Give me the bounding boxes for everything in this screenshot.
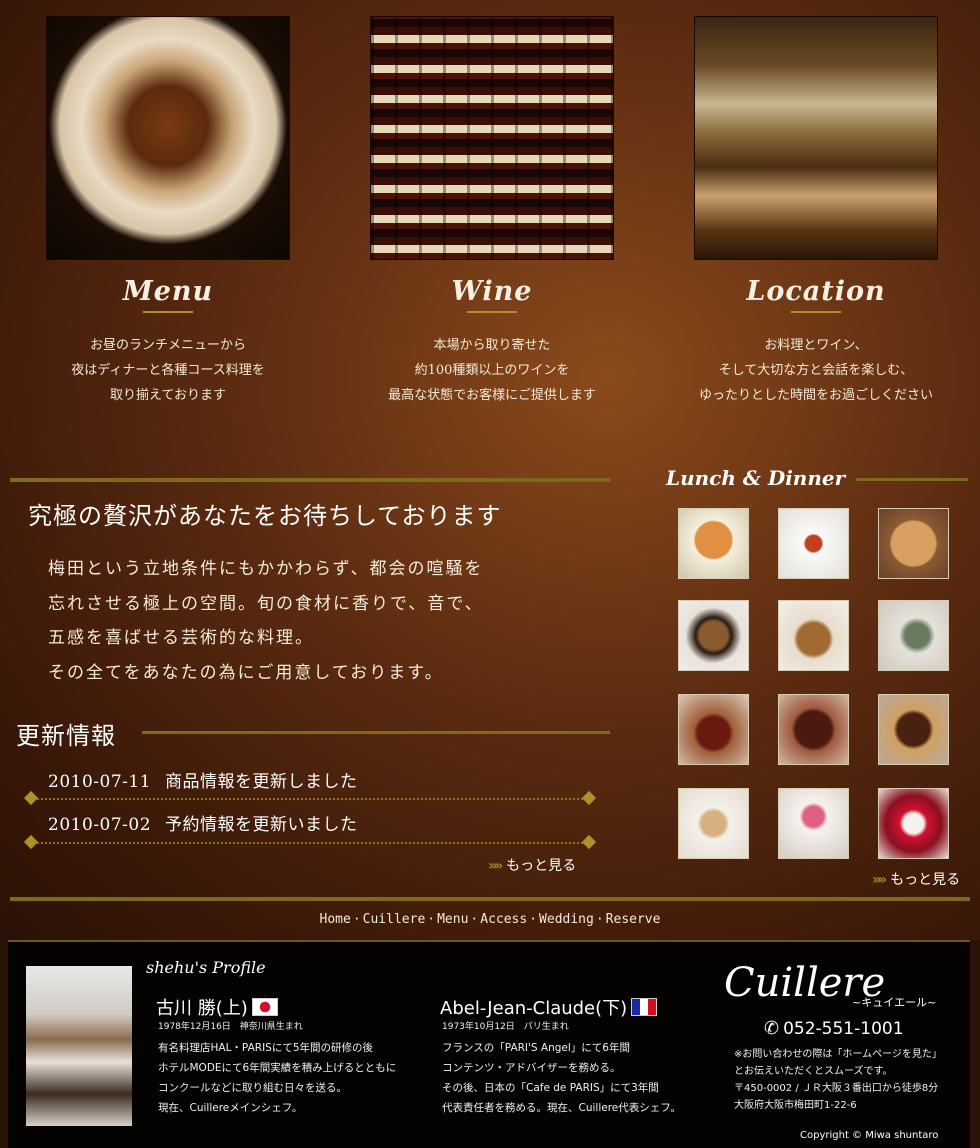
feature-wine-text: 本場から取り寄せた 約100種類以上のワインを 最高な状態でお客様にご提供します <box>388 338 596 403</box>
footer-divider <box>10 897 970 901</box>
nav-cuillere[interactable]: Cuillere <box>363 912 426 927</box>
title-underline <box>143 311 193 313</box>
footer: shehu's Profile 古川 勝(上) 1978年12月16日 神奈川県… <box>8 940 970 1148</box>
gallery-thumb[interactable] <box>678 508 749 579</box>
wine-photo[interactable] <box>370 16 614 260</box>
chef-photo <box>26 966 132 1126</box>
profile-heading: shehu's Profile <box>146 958 266 977</box>
news-date: 2010-07-11 <box>48 772 152 792</box>
gallery-thumb[interactable] <box>678 788 749 859</box>
location-photo[interactable] <box>694 16 938 260</box>
footer-nav: Home · Cuillere · Menu · Access · Wedding · Reserv… <box>319 912 661 927</box>
feature-location-text: お料理とワイン、 そして大切な方と会話を楽しむ、 ゆったりとした時間をお過ごしく… <box>698 338 933 403</box>
title-underline <box>791 311 841 313</box>
gallery-thumb[interactable] <box>778 788 849 859</box>
gallery-thumb[interactable] <box>878 508 949 579</box>
news-item[interactable]: 2010-07-02 予約情報を更新いました <box>48 810 358 835</box>
nav-menu[interactable]: Menu <box>437 912 468 927</box>
gallery-thumb[interactable] <box>878 694 949 765</box>
news-separator <box>30 798 590 808</box>
news-more-link[interactable]: »» もっと見る <box>488 855 576 875</box>
phone-icon: ✆ <box>764 1018 780 1039</box>
news-heading: 更新情報 <box>16 722 116 750</box>
menu-photo[interactable] <box>46 16 290 260</box>
section-divider <box>10 478 610 482</box>
phone-number[interactable]: ✆ 052-551-1001 <box>764 1018 904 1039</box>
gallery-thumb[interactable] <box>678 600 749 671</box>
chef-birth: 1973年10月12日 パリ生まれ <box>442 1022 569 1032</box>
gallery-thumb[interactable] <box>678 694 749 765</box>
contact-info: ※お問い合わせの際は「ホームページを見た」 とお伝えいただくとスムーズです。 〒… <box>734 1049 942 1111</box>
news-text[interactable]: 予約情報を更新いました <box>165 815 358 835</box>
chef-birth: 1978年12月16日 神奈川県生まれ <box>158 1022 303 1032</box>
chef-bio: 有名料理店HAL・PARISにて5年間の研修の後 ホテルMODEにて6年間実績を… <box>158 1042 397 1114</box>
double-chevron-icon: »» <box>488 858 503 874</box>
main-heading: 究極の贅沢があなたをお待ちしております <box>28 502 502 530</box>
chef-bio: フランスの「PARI'S Angel」にて6年間 コンテンツ・アドバイザーを務め… <box>442 1042 681 1114</box>
chef-name: 古川 勝(上) <box>156 994 278 1020</box>
france-flag-icon <box>631 998 658 1016</box>
nav-access[interactable]: Access <box>480 912 527 927</box>
news-date: 2010-07-02 <box>48 815 152 835</box>
feature-menu-title[interactable]: Menu <box>46 276 290 307</box>
gallery-thumb[interactable] <box>878 600 949 671</box>
news-more-label: もっと見る <box>506 858 577 874</box>
brand-subtitle: ~キュイエール~ <box>852 996 937 1009</box>
news-text[interactable]: 商品情報を更新しました <box>165 772 358 792</box>
feature-menu-text: お昼のランチメニューから 夜はディナーと各種コース料理を 取り揃えております <box>71 338 265 403</box>
gallery-thumb[interactable] <box>778 600 849 671</box>
news-heading-rule <box>142 731 610 734</box>
feature-location: Location お料理とワイン、 そして大切な方と会話を楽しむ、 ゆったりとし… <box>694 16 938 408</box>
gallery-more-label: もっと見る <box>890 872 961 888</box>
news-separator <box>30 842 590 852</box>
double-chevron-icon: »» <box>872 872 887 888</box>
gallery-thumb[interactable] <box>778 694 849 765</box>
gallery-more-link[interactable]: »» もっと見る <box>872 869 960 889</box>
lunch-dinner-heading: Lunch & Dinner <box>666 466 846 490</box>
main-body-text: 梅田という立地条件にもかかわらず、都会の喧騒を 忘れさせる極上の空間。旬の食材に… <box>48 559 484 683</box>
feature-menu: Menu お昼のランチメニューから 夜はディナーと各種コース料理を 取り揃えてお… <box>46 16 290 408</box>
feature-wine-title[interactable]: Wine <box>370 276 614 307</box>
nav-home[interactable]: Home <box>320 912 351 927</box>
title-underline <box>467 311 517 313</box>
feature-location-title[interactable]: Location <box>694 276 938 307</box>
feature-wine: Wine 本場から取り寄せた 約100種類以上のワインを 最高な状態でお客様にご… <box>370 16 614 408</box>
japan-flag-icon <box>251 998 278 1016</box>
copyright: Copyright © Miwa shuntaro <box>800 1130 939 1141</box>
news-item[interactable]: 2010-07-11 商品情報を更新しました <box>48 767 358 792</box>
nav-reserve[interactable]: Reserve <box>606 912 661 927</box>
gallery-thumb[interactable] <box>778 508 849 579</box>
gallery-thumb[interactable] <box>878 788 949 859</box>
chef-name: Abel-Jean-Claude(下) <box>440 994 658 1020</box>
nav-wedding[interactable]: Wedding <box>539 912 594 927</box>
gallery-heading-rule <box>856 478 968 481</box>
